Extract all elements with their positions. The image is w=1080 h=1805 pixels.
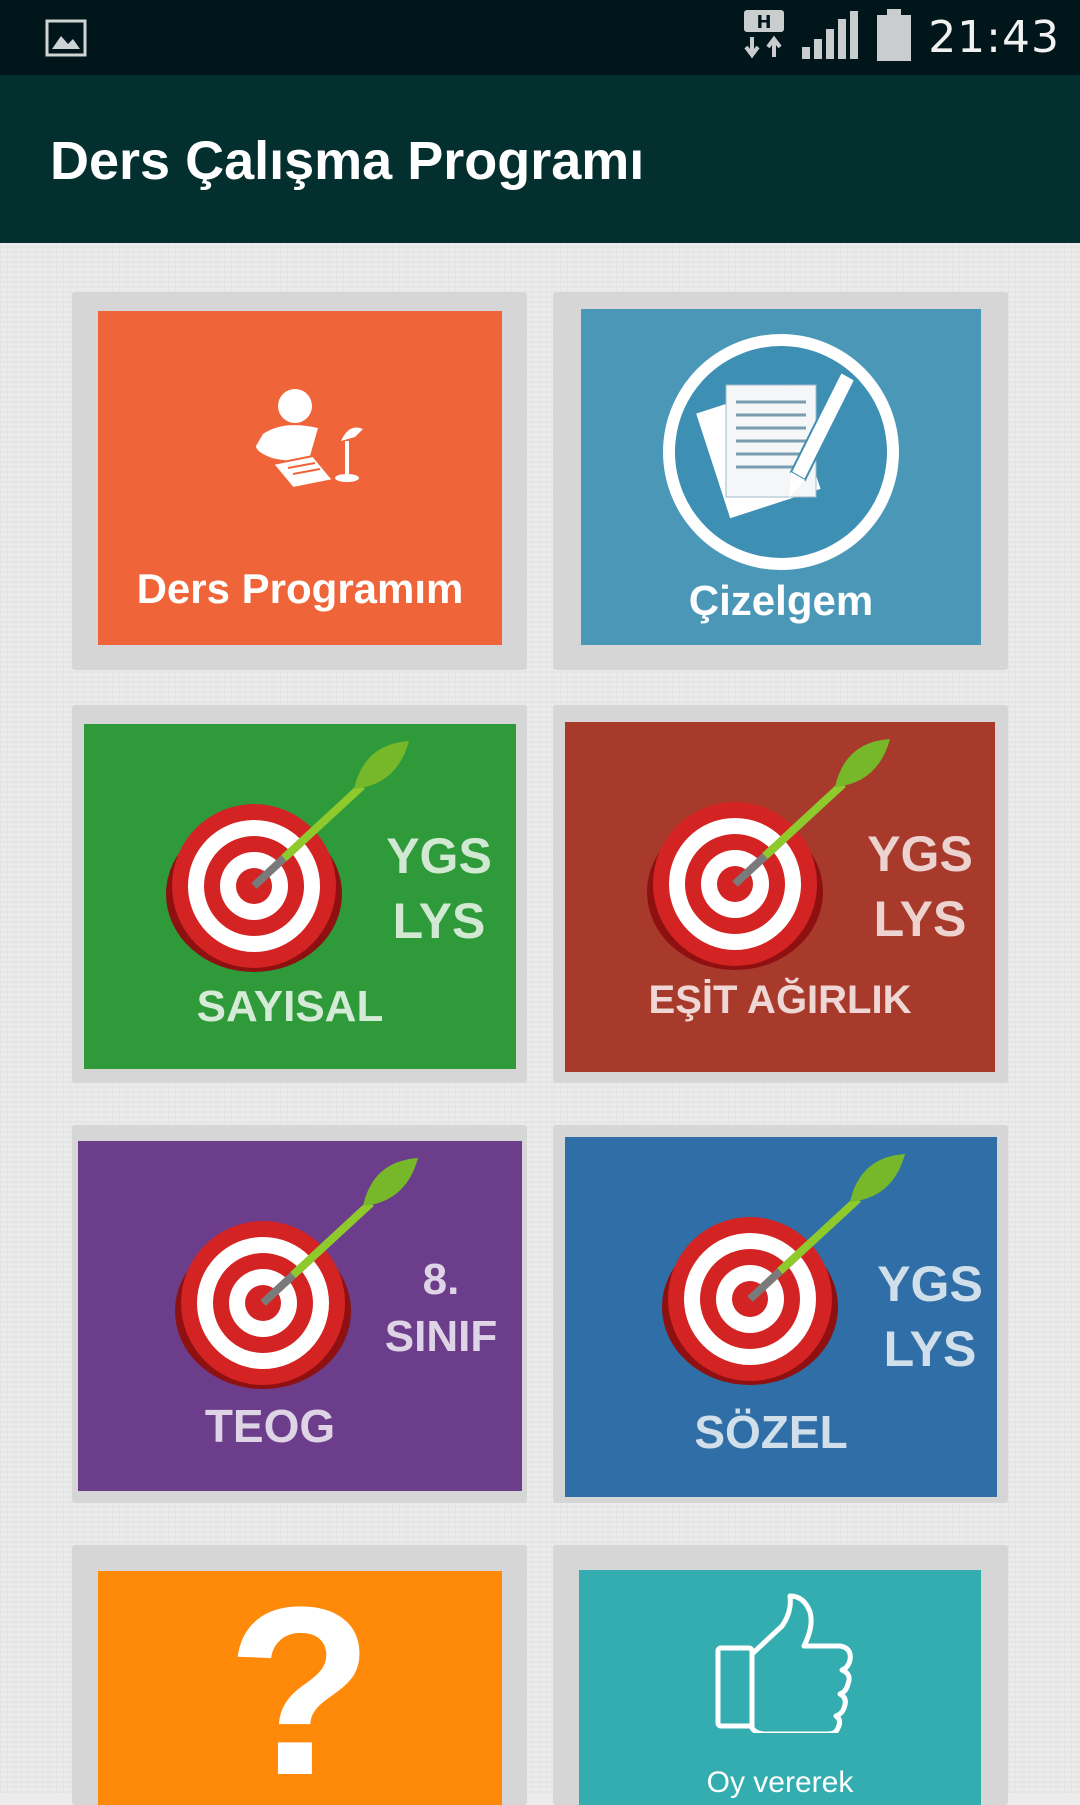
tile-face: ? (98, 1571, 502, 1805)
page-title: Ders Çalışma Programı (50, 131, 645, 191)
goal-line-1: YGS (867, 826, 973, 882)
goal-line-2: SINIF (384, 1312, 498, 1362)
tile-label: EŞİT AĞIRLIK (648, 978, 912, 1022)
tile-label: SAYISAL (196, 982, 384, 1031)
tile-label: Çizelgem (688, 577, 874, 624)
goal-label: 8. SINIF (376, 1251, 506, 1365)
tile-cizelgem[interactable]: Çizelgem (553, 292, 1008, 670)
tile-teog[interactable]: 8. SINIF TEOG (72, 1125, 527, 1503)
question-mark-icon: ? (226, 1571, 374, 1805)
goal-line-2: LYS (392, 893, 486, 949)
tile-oy-vererek[interactable]: Oy vererek (553, 1545, 1008, 1805)
goal-line-1: 8. (422, 1255, 460, 1304)
goal-line-2: LYS (873, 891, 967, 947)
tile-label: TEOG (204, 1400, 336, 1452)
signal-icon (800, 7, 860, 68)
battery-icon (874, 7, 914, 68)
goal-label: YGS LYS (865, 1252, 995, 1382)
network-badge: H (757, 12, 772, 33)
status-bar: H 21:43 (0, 0, 1080, 75)
tile-face: Ders Programım (98, 311, 502, 645)
tile-grid: Ders Programım Çizelgem YGS LYS SAYISAL … (0, 243, 1080, 1805)
tile-face: YGS LYS SAYISAL (84, 724, 516, 1069)
tile-face: YGS LYS EŞİT AĞIRLIK (565, 722, 995, 1072)
tile-help[interactable]: ? (72, 1545, 527, 1805)
tile-label: Ders Programım (136, 565, 464, 612)
tile-face: YGS LYS SÖZEL (565, 1137, 997, 1497)
tile-label: SÖZEL (694, 1406, 848, 1458)
student-desk-icon (256, 389, 363, 490)
image-notification-icon (44, 16, 88, 60)
thumbs-up-icon (715, 1593, 853, 1733)
tile-sayisal[interactable]: YGS LYS SAYISAL (72, 705, 527, 1083)
tile-ders-programim[interactable]: Ders Programım (72, 292, 527, 670)
goal-label: YGS LYS (374, 824, 504, 954)
tile-face: Çizelgem (581, 309, 981, 645)
tile-label: Oy vererek (706, 1766, 854, 1799)
tile-esit-agirlik[interactable]: YGS LYS EŞİT AĞIRLIK (553, 705, 1008, 1083)
document-pen-icon (663, 334, 899, 570)
clock: 21:43 (928, 12, 1060, 63)
tile-face: Oy vererek (579, 1570, 981, 1805)
tile-sozel[interactable]: YGS LYS SÖZEL (553, 1125, 1008, 1503)
goal-line-1: YGS (386, 828, 492, 884)
app-bar: Ders Çalışma Programı (0, 75, 1080, 243)
h-data-icon: H (742, 7, 786, 68)
goal-line-2: LYS (883, 1321, 977, 1377)
goal-label: YGS LYS (855, 822, 985, 952)
goal-line-1: YGS (877, 1256, 983, 1312)
tile-face: 8. SINIF TEOG (78, 1141, 522, 1491)
